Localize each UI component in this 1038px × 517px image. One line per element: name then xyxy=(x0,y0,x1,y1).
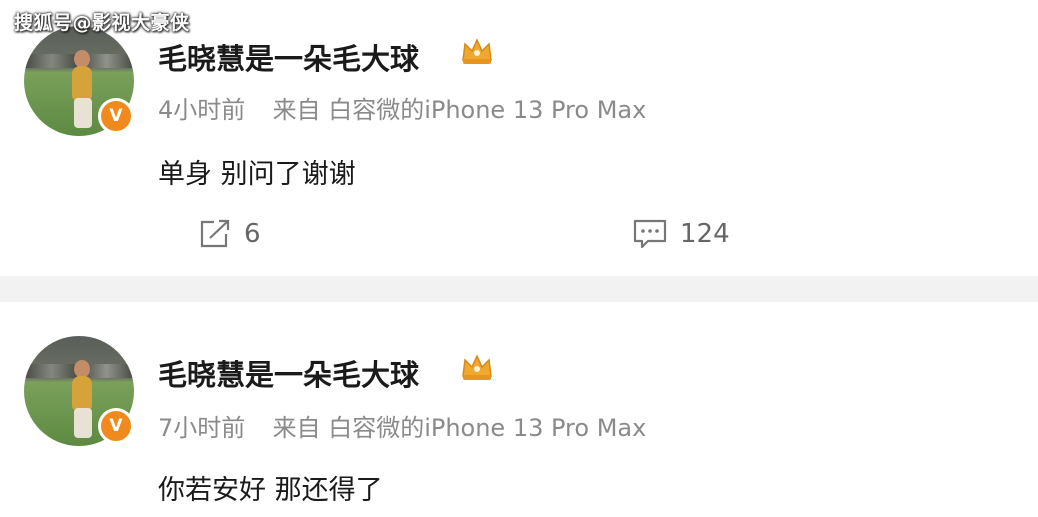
username[interactable]: 毛晓慧是一朵毛大球 xyxy=(158,36,419,78)
comment-button[interactable]: 124 xyxy=(632,218,730,250)
post-source: 来自 白容微的iPhone 13 Pro Max xyxy=(272,96,647,124)
post-card: V 毛晓慧是一朵毛大球 4小时前 来自 白容微的iPhone 13 Pro Ma… xyxy=(0,0,1038,276)
post-source: 来自 白容微的iPhone 13 Pro Max xyxy=(272,414,647,442)
verified-icon: V xyxy=(98,98,134,134)
post-divider xyxy=(0,276,1038,302)
crown-icon xyxy=(462,38,492,64)
post-meta: 4小时前 来自 白容微的iPhone 13 Pro Max xyxy=(158,90,646,125)
repost-icon xyxy=(200,219,230,248)
comment-icon xyxy=(633,219,667,249)
repost-button[interactable]: 6 xyxy=(198,218,261,250)
post-content: 单身 别问了谢谢 xyxy=(158,159,356,190)
user-avatar[interactable]: V xyxy=(24,336,136,448)
post-time: 4小时前 xyxy=(158,96,246,124)
repost-count: 6 xyxy=(244,219,261,249)
post-card: V 毛晓慧是一朵毛大球 7小时前 来自 白容微的iPhone 13 Pro Ma… xyxy=(0,302,1038,517)
user-avatar[interactable]: V xyxy=(24,26,136,138)
username[interactable]: 毛晓慧是一朵毛大球 xyxy=(158,352,419,394)
post-content: 你若安好 那还得了 xyxy=(158,475,383,506)
post-time: 7小时前 xyxy=(158,414,246,442)
verified-icon: V xyxy=(98,408,134,444)
crown-icon xyxy=(462,354,492,380)
watermark: 搜狐号@影视大豪侠 xyxy=(14,12,190,34)
comment-count: 124 xyxy=(680,219,730,249)
post-meta: 7小时前 来自 白容微的iPhone 13 Pro Max xyxy=(158,408,646,443)
